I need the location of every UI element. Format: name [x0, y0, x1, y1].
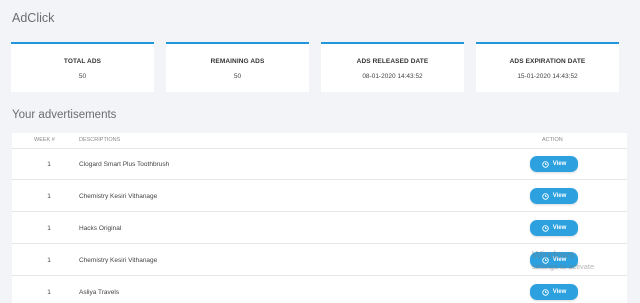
stat-label: REMAINING ADS — [210, 58, 265, 65]
stat-card-total-ads: TOTAL ADS 50 — [11, 42, 154, 92]
week-cell: 1 — [47, 225, 51, 232]
description-cell: Chemistry Kesiri Vithanage — [79, 193, 158, 200]
stats-cards: TOTAL ADS 50 REMAINING ADS 50 ADS RELEAS… — [11, 42, 629, 92]
section-title: Your advertisements — [12, 109, 117, 121]
week-cell: 1 — [47, 161, 51, 168]
ads-table: WEEK # DESCRIPTIONS ACTION 1 Clogard Sma… — [12, 133, 627, 303]
view-button[interactable]: View — [530, 156, 578, 172]
view-button-label: View — [552, 193, 567, 199]
clock-icon — [541, 160, 549, 168]
clock-icon — [541, 224, 549, 232]
description-cell: Clogard Smart Plus Toothbrush — [79, 161, 170, 168]
description-cell: Hacks Original — [79, 225, 122, 232]
stat-value: 15-01-2020 14:43:52 — [517, 73, 578, 80]
view-button-label: View — [552, 225, 567, 231]
view-button-label: View — [552, 161, 567, 167]
table-row: 1 Chemistry Kesiri Vithanage View — [12, 181, 627, 212]
stat-card-released-date: ADS RELEASED DATE 08-01-2020 14:43:52 — [321, 42, 464, 92]
stat-card-remaining-ads: REMAINING ADS 50 — [166, 42, 309, 92]
table-row: 1 Hacks Original View — [12, 213, 627, 244]
column-header-week: WEEK # — [34, 137, 55, 143]
stat-label: TOTAL ADS — [63, 58, 102, 65]
view-button[interactable]: View — [530, 252, 578, 268]
column-header-action: ACTION — [542, 137, 563, 143]
table-header: WEEK # DESCRIPTIONS ACTION — [12, 133, 627, 149]
app-title: AdClick — [12, 11, 55, 25]
clock-icon — [541, 288, 549, 296]
clock-icon — [541, 192, 549, 200]
stat-label: ADS EXPIRATION DATE — [509, 58, 586, 65]
table-row: 1 Clogard Smart Plus Toothbrush View — [12, 149, 627, 180]
column-header-description: DESCRIPTIONS — [79, 137, 121, 143]
clock-icon — [541, 256, 549, 264]
description-cell: Chemistry Kesiri Vithanage — [79, 257, 158, 264]
week-cell: 1 — [47, 257, 51, 264]
stat-value: 08-01-2020 14:43:52 — [362, 73, 423, 80]
table-row: 1 Asliya Travels View — [12, 277, 627, 303]
week-cell: 1 — [47, 193, 51, 200]
view-button-label: View — [552, 289, 567, 295]
stat-value: 50 — [78, 73, 87, 80]
table-row: 1 Chemistry Kesiri Vithanage View — [12, 245, 627, 276]
view-button-label: View — [552, 257, 567, 263]
view-button[interactable]: View — [530, 220, 578, 236]
stat-card-expiration-date: ADS EXPIRATION DATE 15-01-2020 14:43:52 — [476, 42, 619, 92]
stat-label: ADS RELEASED DATE — [356, 58, 429, 65]
stat-value: 50 — [233, 73, 242, 80]
view-button[interactable]: View — [530, 284, 578, 300]
view-button[interactable]: View — [530, 188, 578, 204]
